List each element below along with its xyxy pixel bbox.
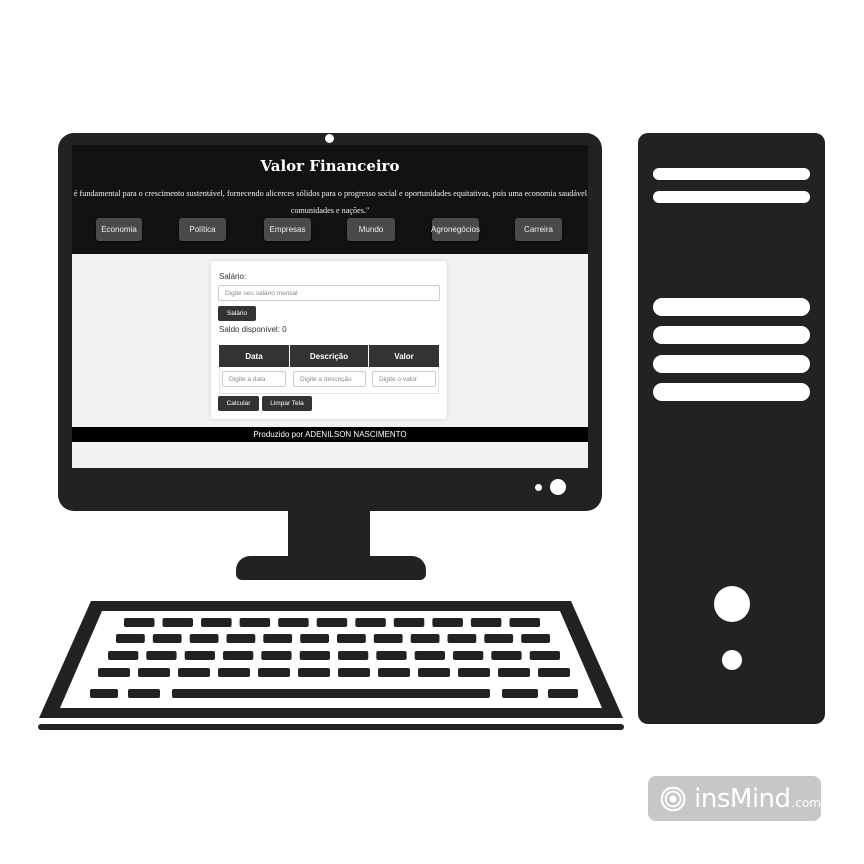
keyboard-key [184,651,215,660]
keyboard-key [108,651,139,660]
keyboard-key [453,651,484,660]
monitor-led-icon [535,484,542,491]
site-quote: ica é fundamental para o crescimento sus… [72,185,588,219]
value-input[interactable]: Digite o valor [372,371,436,387]
keyboard-key [509,618,540,627]
salary-input[interactable]: Digite seu salário mensal [218,285,440,301]
keyboard-key [337,634,366,643]
site-quote-line-1: ica é fundamental para o crescimento sus… [72,189,588,198]
keyboard-key [128,689,160,698]
watermark-suffix: .com [791,796,821,810]
nav-button-politica[interactable]: Política [179,218,226,241]
vent-slot [653,355,810,373]
watermark-brand: insMind [694,783,791,814]
insmind-watermark: insMind .com [648,776,821,821]
keyboard-key [521,634,550,643]
keyboard-key [146,651,177,660]
keyboard-key [376,651,407,660]
insmind-logo-icon [660,786,686,811]
keyboard-key [338,668,370,677]
nav-button-empresas[interactable]: Empresas [264,218,311,241]
vent-slot [653,383,810,401]
balance-label: Saldo disponível: 0 [219,325,287,334]
site-title: Valor Financeiro [260,157,400,175]
keyboard-key [484,634,514,643]
keyboard-key [258,668,290,677]
keyboard-spacebar [172,689,490,698]
keyboard-key [502,689,538,698]
keyboard-key [138,668,170,677]
keyboard-key [418,668,450,677]
nav-button-agronegocios[interactable]: Agronegócios [431,218,480,241]
monitor-neck [288,510,370,562]
vent-slot [653,298,810,316]
computer-tower [638,133,825,724]
monitor-stand [236,556,426,580]
description-input[interactable]: Digite a descrição [293,371,366,387]
keyboard-key [162,618,193,627]
drive-bay [653,191,810,203]
keyboard-key [373,634,403,643]
keyboard-key [458,668,490,677]
date-input[interactable]: Digite a data [222,371,286,387]
keyboard-key [226,634,256,643]
keyboard-key [263,634,293,643]
tower-power-icon [714,586,750,622]
site-header: Valor Financeiro ica é fundamental para … [72,145,588,254]
keyboard-key [124,618,155,627]
vent-slot [653,326,810,344]
keyboard-key [261,651,292,660]
monitor-power-icon [550,479,566,495]
keyboard-key [300,634,329,643]
keyboard-key [447,634,477,643]
keyboard-key [491,651,522,660]
keyboard-key [338,651,369,660]
keyboard-key [178,668,210,677]
salary-label: Salário: [219,272,247,281]
keyboard-key [470,618,502,627]
keyboard-key [410,634,440,643]
keyboard-key [432,618,463,627]
keyboard-key [393,618,425,627]
table-header-valor: Valor [369,345,439,367]
keyboard-key [529,651,560,660]
nav-button-economia[interactable]: Economia [96,218,142,241]
keyboard-key [98,668,130,677]
keyboard-key [223,651,254,660]
keyboard-key [278,618,309,627]
nav-button-mundo[interactable]: Mundo [347,218,395,241]
keyboard-key [152,634,182,643]
finance-form-card: Salário: Digite seu salário mensal Salár… [211,261,447,419]
drive-bay [653,168,810,180]
keyboard-key [189,634,219,643]
keyboard-key [90,689,118,698]
keyboard-key [298,668,330,677]
table-header-descricao: Descrição [290,345,368,367]
salary-button[interactable]: Salário [218,306,256,321]
tower-led-icon [722,650,742,670]
keyboard-icon [38,601,624,730]
keyboard-key [218,668,250,677]
keyboard-key [355,618,386,627]
keyboard-key [316,618,348,627]
table-header-data: Data [219,345,289,367]
keyboard-key [414,651,445,660]
site-quote-line-2: comunidades e nações." [290,206,370,215]
keyboard-key [378,668,410,677]
keyboard-key [116,634,145,643]
keyboard-key [239,618,271,627]
webcam-icon [325,134,334,143]
site-footer: Produzido por ADENILSON NASCIMENTO [72,427,588,442]
keyboard-key [299,651,330,660]
clear-button[interactable]: Limpar Tela [262,396,312,411]
keyboard-key [498,668,530,677]
keyboard-key [201,618,232,627]
monitor-screen: Valor Financeiro ica é fundamental para … [72,145,588,468]
keyboard-key [548,689,578,698]
calculate-button[interactable]: Calcular [218,396,259,411]
nav-button-carreira[interactable]: Carreira [515,218,562,241]
keyboard-key [538,668,570,677]
